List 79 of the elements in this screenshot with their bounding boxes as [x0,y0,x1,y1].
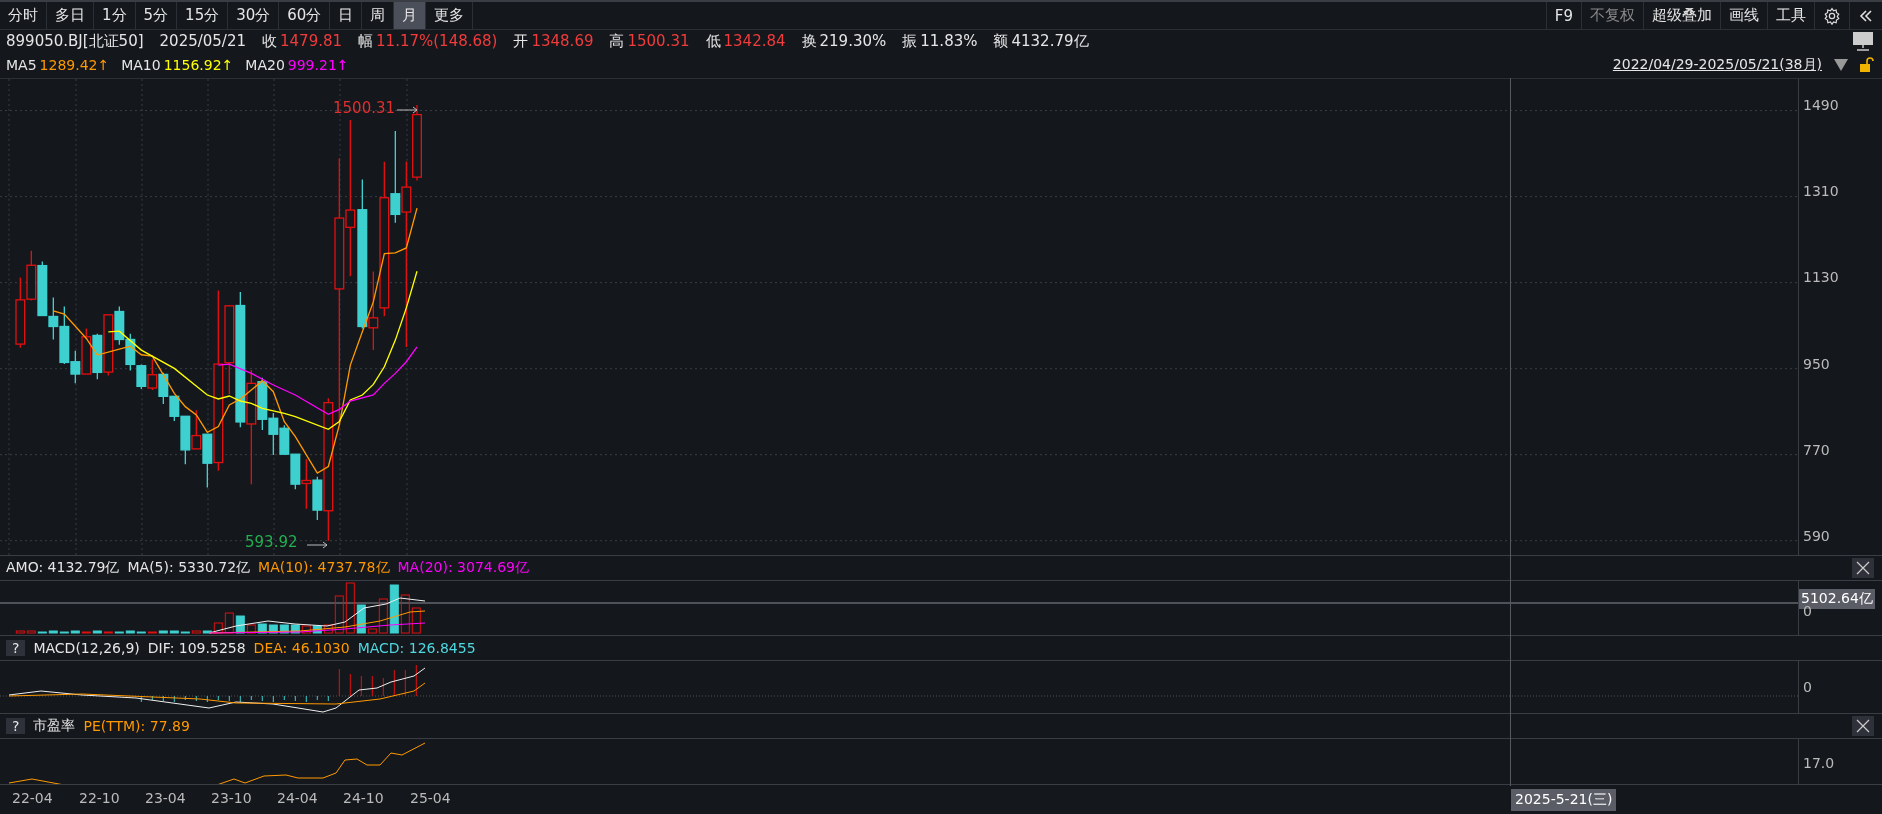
help-button[interactable]: ? [6,718,26,734]
candlestick [26,249,37,302]
settings-icon [1823,6,1841,25]
field-label: 开 [513,31,529,51]
ma-value: 1156.92↑ [163,57,234,73]
date-axis-label: 24-10 [343,790,384,806]
ma-value: 999.21↑ [287,57,349,73]
candlestick [158,372,169,405]
date-axis-label: 25-04 [410,790,451,806]
cursor-date-label: 2025-5-21(三) [1511,789,1617,811]
field-label: 额 [993,31,1009,51]
field-label: 换 [801,31,817,51]
candlestick [290,453,301,490]
low-price-label: 593.92 [245,533,298,551]
volume-legend-text: MA(10): 4737.78亿 [258,559,390,577]
date-axis-label: 22-10 [79,790,120,806]
macd-legend-text: MACD: 126.8455 [357,640,476,656]
pe-axis-label: 17.0 [1803,755,1835,771]
candlestick [92,333,103,381]
field-value: 1342.84 [723,31,786,51]
candlestick [268,412,279,456]
field-value: 11.83% [920,31,978,51]
candlestick [301,458,312,510]
field-label: 低 [705,31,721,51]
ma-label: MA5 [6,57,37,73]
price-axis-label: 590 [1803,528,1830,544]
field-value: 219.30% [819,31,887,51]
candlestick [191,409,202,450]
field-value: 11.17%(148.68) [376,31,498,51]
candlestick [147,358,158,391]
field-label: 收 [262,31,277,51]
date-axis-label: 24-04 [277,790,318,806]
macd-legend-text: DEA: 46.1030 [253,640,350,656]
date-axis-label: 23-04 [145,790,186,806]
macd-legend-text: MACD(12,26,9) [33,640,140,656]
macd-axis-label: 0 [1803,679,1812,695]
candlestick [279,424,290,456]
volume-legend-text: MA(20): 3074.69亿 [397,559,529,577]
field-value: 1479.81 [280,31,343,51]
unlocked-padlock-icon[interactable] [1860,57,1874,73]
close-button[interactable] [1852,716,1874,736]
date-axis-label: 22-04 [12,790,53,806]
close-icon [1856,561,1870,575]
field-label: 高 [609,31,625,51]
stock-code: 899050.BJ[北证50] [6,31,144,51]
quote-date: 2025/05/21 [159,32,246,50]
close-button[interactable] [1852,558,1874,578]
pe-legend-text: PE(TTM): 77.89 [83,718,190,734]
field-value: 1500.31 [627,31,690,51]
field-value: 4132.79亿 [1011,31,1089,51]
ma-label: MA10 [121,57,161,73]
date-axis-label: 23-10 [211,790,252,806]
price-axis-label: 1490 [1803,97,1839,113]
field-label: 振 [902,31,918,51]
field-value: 1348.69 [531,31,594,51]
period-tab[interactable]: 月 [394,2,427,29]
candlestick [48,296,59,341]
volume-legend-text: MA(5): 5330.72亿 [127,559,251,577]
price-axis-label: 1310 [1803,183,1839,200]
close-icon [1856,719,1870,733]
monitor-icon[interactable] [1852,31,1874,51]
double-chevron-left-icon [1858,7,1874,24]
ma-value: 1289.42↑ [39,57,110,73]
macd-legend-text: DIF: 109.5258 [147,640,246,656]
candlestick [37,260,48,317]
date-range-link[interactable]: 2022/04/29-2025/05/21(38月) [1612,56,1822,74]
candlestick [81,327,92,375]
pe-legend-text: 市盈率 [33,717,76,735]
field-label: 幅 [358,31,374,51]
arrow-icon [397,106,419,114]
price-axis-label: 950 [1803,355,1830,372]
dropdown-triangle-icon[interactable] [1834,59,1848,71]
volume-legend-text: AMO: 4132.79亿 [6,559,120,577]
arrow-icon [307,541,329,549]
high-price-label: 1500.31 [333,99,396,117]
ma-label: MA20 [245,57,285,73]
help-button[interactable]: ? [6,640,26,656]
price-axis-label: 770 [1803,441,1830,458]
price-axis-label: 1130 [1803,269,1839,286]
